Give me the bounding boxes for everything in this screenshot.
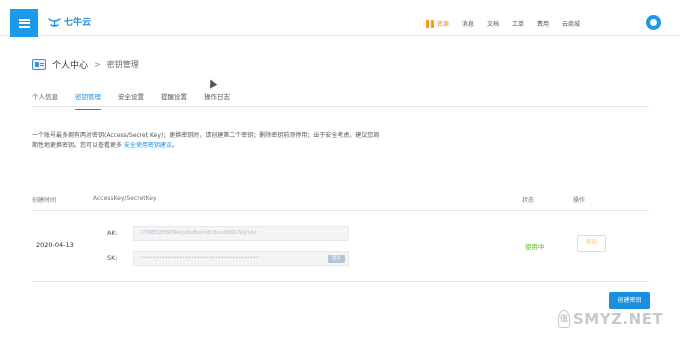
nav-messages[interactable]: 消息	[462, 19, 474, 28]
gift-icon	[425, 19, 434, 28]
nav-docs[interactable]: 文档	[487, 19, 499, 28]
access-key-field[interactable]: CTMEDZHSKNRzjvbUBokmJCttvuz980LIVjy1Ax	[133, 226, 349, 241]
nav-cloud-market[interactable]: 云商城	[562, 19, 580, 28]
table-header-divider	[32, 210, 649, 211]
nav-resources-label: 资源	[436, 21, 449, 28]
header-action: 操作	[573, 197, 586, 204]
top-bar: 七牛云 资源 消息 文档 工单 费用 云商城	[0, 0, 680, 37]
avatar[interactable]	[646, 15, 661, 30]
description: 一个账号最多拥有两对密钥(Access/Secret Key)；更换密钥时，请创…	[32, 131, 382, 151]
status-badge: 使用中	[525, 243, 545, 251]
create-key-button[interactable]: 创建密钥	[609, 292, 650, 309]
header-keys: AccessKey/SecretKey	[93, 195, 157, 202]
secret-key-value: ••••••••••••••••••••••••••••••••••••••••	[141, 255, 259, 261]
disable-key-button[interactable]: 停用	[577, 235, 606, 252]
tab-operation-log[interactable]: 操作日志	[204, 91, 230, 110]
table-bottom-divider	[32, 281, 649, 282]
tab-notifications[interactable]: 提醒设置	[161, 91, 187, 110]
description-suffix: 。	[171, 142, 178, 149]
header-created-time: 创建时间	[32, 197, 57, 204]
tabs-divider	[32, 106, 649, 107]
mouse-cursor-icon	[206, 77, 218, 89]
tab-key-management[interactable]: 密钥管理	[75, 91, 101, 110]
id-card-icon	[32, 59, 46, 70]
description-text: 一个账号最多拥有两对密钥(Access/Secret Key)；更换密钥时，请创…	[32, 132, 380, 149]
show-secret-button[interactable]: 显示	[328, 255, 345, 263]
watermark-badge: 值	[558, 310, 570, 328]
top-nav: 资源 消息 文档 工单 费用 云商城	[425, 19, 580, 28]
qiniu-logo-icon	[48, 17, 61, 27]
tab-bar: 个人信息 密钥管理 安全设置 提醒设置 操作日志	[32, 91, 247, 110]
access-key-value: CTMEDZHSKNRzjvbUBokmJCttvuz980LIVjy1Ax	[141, 230, 257, 236]
logo-text: 七牛云	[64, 18, 92, 28]
hamburger-icon	[18, 18, 30, 28]
security-advice-link[interactable]: 安全使用密钥建议	[124, 142, 172, 149]
breadcrumb-section[interactable]: 个人中心	[52, 58, 88, 71]
sk-label: SK:	[107, 254, 118, 262]
header-status: 状态	[522, 197, 535, 204]
tab-profile[interactable]: 个人信息	[32, 91, 58, 110]
nav-billing[interactable]: 费用	[537, 19, 549, 28]
tab-security[interactable]: 安全设置	[118, 91, 144, 110]
ak-label: AK:	[107, 229, 118, 237]
created-date: 2020-04-13	[36, 241, 74, 249]
watermark: 值 SMYZ.NET	[558, 310, 663, 328]
nav-tickets[interactable]: 工单	[512, 19, 524, 28]
page-title: 密钥管理	[106, 60, 139, 69]
secret-key-field[interactable]: ••••••••••••••••••••••••••••••••••••••••…	[133, 251, 349, 266]
breadcrumb-separator: >	[94, 60, 101, 69]
watermark-text: SMYZ.NET	[573, 310, 664, 328]
logo[interactable]: 七牛云	[48, 15, 91, 28]
menu-button[interactable]	[10, 9, 38, 37]
nav-resources[interactable]: 资源	[425, 19, 449, 28]
breadcrumb: 个人中心 > 密钥管理	[32, 58, 139, 71]
